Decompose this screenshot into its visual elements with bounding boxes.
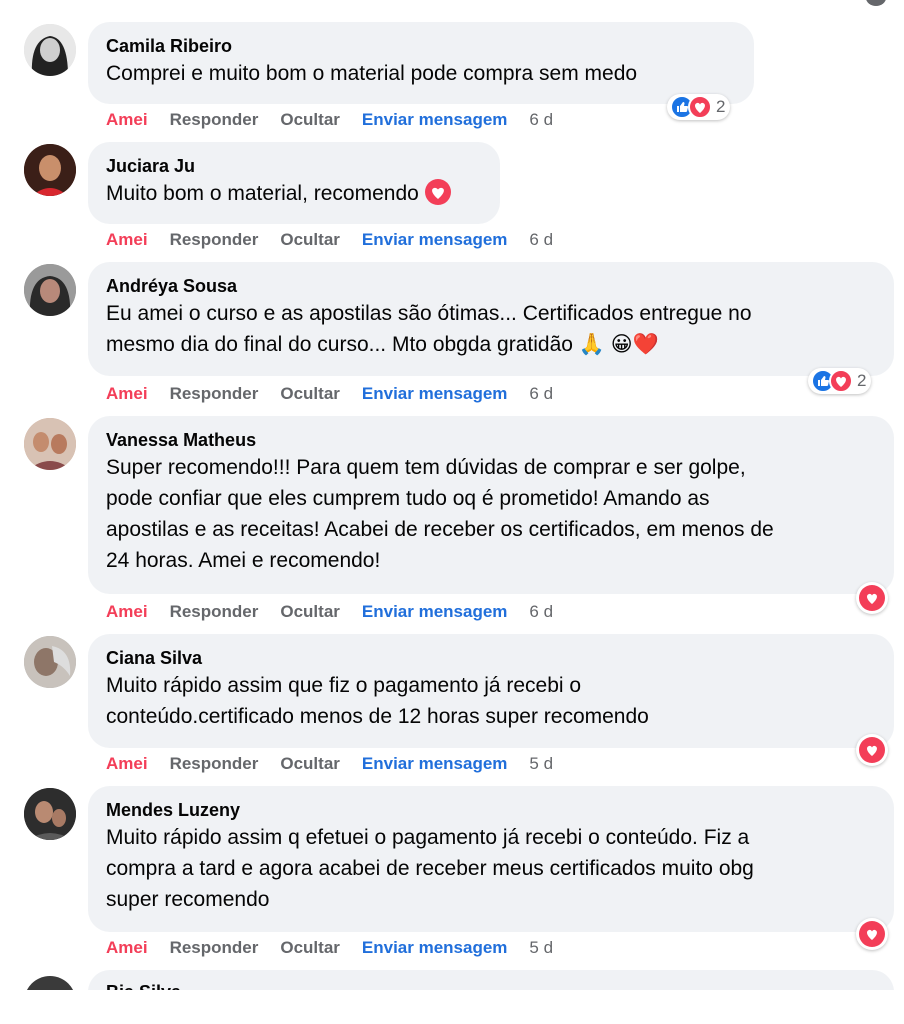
timestamp[interactable]: 6 d: [529, 110, 553, 129]
timestamp[interactable]: 6 d: [529, 602, 553, 621]
hide-link[interactable]: Ocultar: [280, 602, 340, 621]
timestamp[interactable]: 6 d: [529, 384, 553, 403]
avatar[interactable]: [24, 144, 76, 196]
send-message-link[interactable]: Enviar mensagem: [362, 384, 508, 403]
comment-bubble: Andréya Sousa Eu amei o curso e as apost…: [88, 262, 894, 376]
love-icon: [829, 369, 853, 393]
reaction-summary[interactable]: [856, 734, 888, 766]
avatar[interactable]: [24, 636, 76, 688]
comment-text-line: compra a tard e agora acabei de receber …: [106, 857, 754, 880]
love-reaction-link[interactable]: Amei: [106, 602, 148, 621]
avatar-photo: [24, 144, 76, 196]
comment-bubble: Bia Silva: [88, 970, 894, 990]
comment-actions: Amei Responder Ocultar Enviar mensagem 5 d: [106, 754, 575, 774]
comment-partial: Bia Silva: [0, 970, 904, 990]
commenter-name[interactable]: Juciara Ju: [106, 154, 484, 178]
avatar[interactable]: [24, 264, 76, 316]
love-icon: [859, 585, 885, 611]
reaction-summary[interactable]: 2: [667, 94, 731, 120]
comment-actions: Amei Responder Ocultar Enviar mensagem 6 d: [106, 602, 575, 622]
love-reaction-link[interactable]: Amei: [106, 110, 148, 129]
send-message-link[interactable]: Enviar mensagem: [362, 938, 508, 957]
comment-bubble: Ciana Silva Muito rápido assim que fiz o…: [88, 634, 894, 748]
reaction-summary[interactable]: 2: [808, 368, 872, 394]
commenter-name[interactable]: Andréya Sousa: [106, 274, 878, 298]
commenter-name[interactable]: Vanessa Matheus: [106, 428, 878, 452]
love-reaction-link[interactable]: Amei: [106, 384, 148, 403]
love-reaction-link[interactable]: Amei: [106, 754, 148, 773]
comment-text: Muito bom o material, recomendo: [106, 178, 484, 209]
send-message-link[interactable]: Enviar mensagem: [362, 110, 508, 129]
comment-actions: Amei Responder Ocultar Enviar mensagem 6 d: [106, 230, 575, 250]
comment-bubble: Juciara Ju Muito bom o material, recomen…: [88, 142, 500, 224]
reply-link[interactable]: Responder: [170, 384, 259, 403]
send-message-link[interactable]: Enviar mensagem: [362, 230, 508, 249]
reaction-count: 2: [716, 97, 726, 116]
send-message-link[interactable]: Enviar mensagem: [362, 754, 508, 773]
hide-link[interactable]: Ocultar: [280, 754, 340, 773]
comment-bubble: Mendes Luzeny Muito rápido assim q efetu…: [88, 786, 894, 932]
reply-link[interactable]: Responder: [170, 602, 259, 621]
comment-actions: Amei Responder Ocultar Enviar mensagem 6 d: [106, 110, 575, 130]
timestamp[interactable]: 6 d: [529, 230, 553, 249]
avatar[interactable]: [24, 24, 76, 76]
love-icon: [424, 179, 451, 205]
comment-text-line: super recomendo: [106, 888, 270, 911]
hide-link[interactable]: Ocultar: [280, 110, 340, 129]
comment-text-line: mesmo dia do final do curso... Mto obgda…: [106, 333, 659, 356]
commenter-name[interactable]: Bia Silva: [106, 982, 181, 990]
comment-bubble: Camila Ribeiro Comprei e muito bom o mat…: [88, 22, 754, 104]
comment-text-line: Eu amei o curso e as apostilas são ótima…: [106, 302, 752, 325]
avatar[interactable]: [24, 976, 76, 990]
hide-link[interactable]: Ocultar: [280, 938, 340, 957]
commenter-name[interactable]: Ciana Silva: [106, 646, 878, 670]
comment-text-line: Muito rápido assim que fiz o pagamento j…: [106, 674, 582, 697]
avatar-photo: [24, 418, 76, 470]
avatar-photo: [24, 788, 76, 840]
hide-link[interactable]: Ocultar: [280, 230, 340, 249]
comment-text-line: pode confiar que eles cumprem tudo oq é …: [106, 487, 710, 510]
comment-text: Comprei e muito bom o material pode comp…: [106, 62, 638, 85]
reply-link[interactable]: Responder: [170, 230, 259, 249]
reaction-summary[interactable]: [856, 918, 888, 950]
reaction-summary[interactable]: [856, 582, 888, 614]
comment-text-line: 24 horas. Amei e recomendo!: [106, 549, 381, 572]
comment-actions: Amei Responder Ocultar Enviar mensagem 5 d: [106, 938, 575, 958]
partial-icon: [866, 0, 886, 6]
reply-link[interactable]: Responder: [170, 754, 259, 773]
reaction-count: 2: [857, 371, 867, 390]
avatar[interactable]: [24, 788, 76, 840]
timestamp[interactable]: 5 d: [529, 754, 553, 773]
love-reaction-link[interactable]: Amei: [106, 230, 148, 249]
love-icon: [688, 95, 712, 119]
avatar[interactable]: [24, 418, 76, 470]
comment-actions: Amei Responder Ocultar Enviar mensagem 6 d: [106, 384, 575, 404]
avatar-photo: [24, 264, 76, 316]
reply-link[interactable]: Responder: [170, 938, 259, 957]
avatar-photo: [24, 636, 76, 688]
hide-link[interactable]: Ocultar: [280, 384, 340, 403]
timestamp[interactable]: 5 d: [529, 938, 553, 957]
comment-text-line: conteúdo.certificado menos de 12 horas s…: [106, 705, 649, 728]
send-message-link[interactable]: Enviar mensagem: [362, 602, 508, 621]
avatar-photo: [24, 24, 76, 76]
love-icon: [859, 737, 885, 763]
love-reaction-link[interactable]: Amei: [106, 938, 148, 957]
reply-link[interactable]: Responder: [170, 110, 259, 129]
comment-text-line: Super recomendo!!! Para quem tem dúvidas…: [106, 456, 746, 479]
love-icon: [859, 921, 885, 947]
commenter-name[interactable]: Mendes Luzeny: [106, 798, 878, 822]
comment-bubble: Vanessa Matheus Super recomendo!!! Para …: [88, 416, 894, 594]
commenter-name[interactable]: Camila Ribeiro: [106, 34, 738, 58]
comment-text-line: Muito rápido assim q efetuei o pagamento…: [106, 826, 750, 849]
comment-text-line: Muito bom o material, recomendo: [106, 182, 419, 205]
comment-text-line: apostilas e as receitas! Acabei de receb…: [106, 518, 774, 541]
